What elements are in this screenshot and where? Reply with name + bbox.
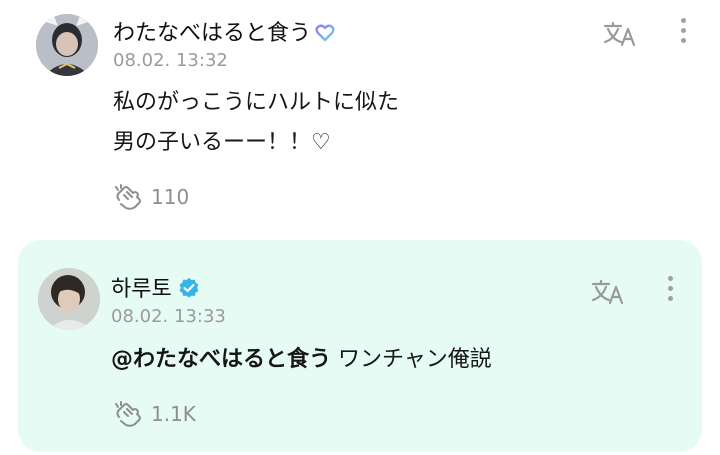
more-dot-icon — [680, 28, 686, 33]
author-name[interactable]: 하루토 — [111, 271, 200, 303]
timestamp: 08.02. 13:32 — [113, 50, 228, 71]
more-options-button[interactable] — [677, 18, 689, 48]
more-options-button[interactable] — [664, 276, 676, 306]
timestamp: 08.02. 13:33 — [111, 306, 226, 327]
reply-body: @わたなべはると食う ワンチャン俺説 — [111, 340, 671, 380]
avatar[interactable] — [38, 268, 100, 330]
like-count: 1.1K — [151, 402, 196, 426]
more-dot-icon — [680, 18, 686, 23]
translate-button[interactable] — [603, 20, 637, 48]
reply-card: 하루토 08.02. 13:33 @わたなべはると食う ワンチャン俺説 1.1K — [18, 240, 702, 452]
more-dot-icon — [667, 296, 673, 301]
author-name[interactable]: わたなべはると食う — [113, 15, 335, 47]
verified-check-icon — [179, 278, 199, 298]
translate-icon — [591, 279, 624, 305]
translate-button[interactable] — [591, 278, 625, 306]
like-hands-icon — [115, 184, 141, 210]
like-hands-icon — [115, 401, 141, 427]
more-dot-icon — [667, 286, 673, 291]
more-dot-icon — [667, 276, 673, 281]
more-dot-icon — [680, 38, 686, 43]
comment-post: わたなべはると食う 08.02. 13:32 私のがっこうにハルトに似た男の子い… — [0, 0, 720, 232]
reply-text: ワンチャン俺説 — [331, 347, 492, 372]
mention-link[interactable]: @わたなべはると食う — [111, 347, 331, 372]
avatar-image — [36, 14, 98, 76]
avatar[interactable] — [36, 14, 98, 76]
translate-icon — [603, 21, 636, 47]
like-button[interactable]: 1.1K — [113, 400, 196, 428]
heart-badge-icon — [315, 24, 335, 42]
like-count: 110 — [151, 185, 190, 209]
like-button[interactable]: 110 — [113, 183, 189, 211]
avatar-image — [38, 268, 100, 330]
comment-body: 私のがっこうにハルトに似た男の子いるーー！！♡ — [113, 90, 400, 155]
